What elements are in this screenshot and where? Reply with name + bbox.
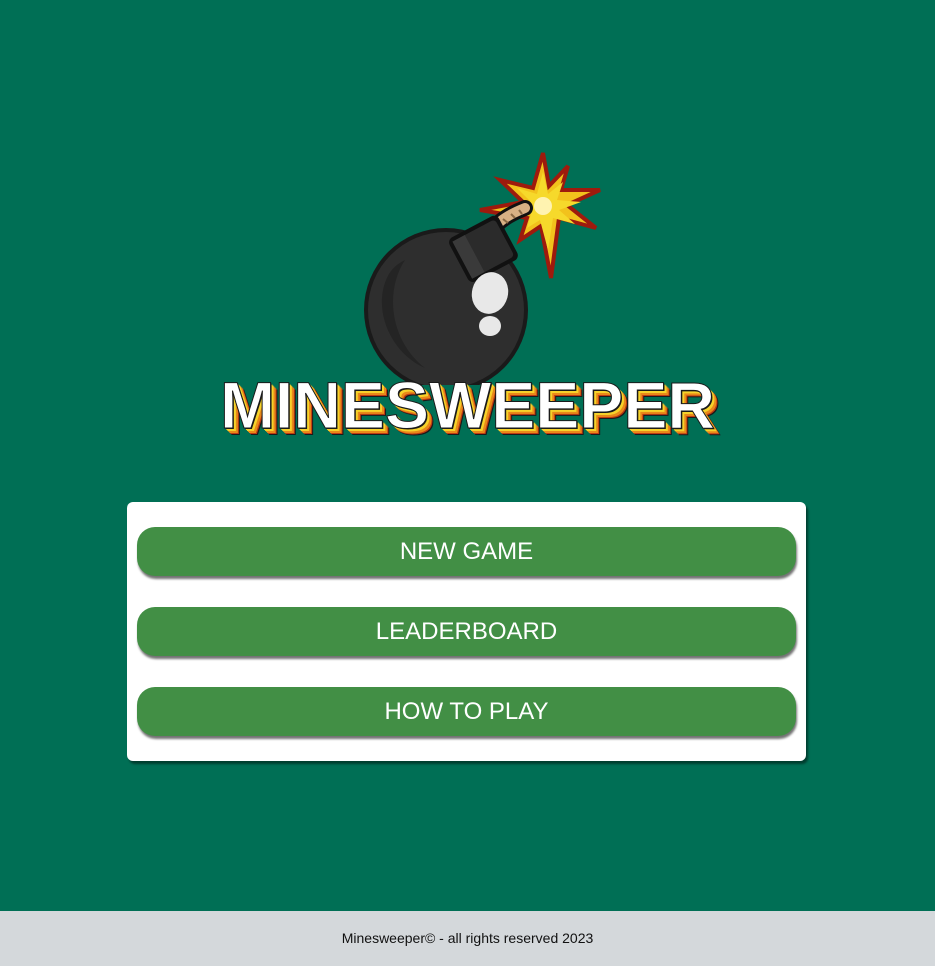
footer: Minesweeper© - all rights reserved 2023: [0, 911, 935, 966]
bomb-icon: [364, 152, 601, 385]
main-area: MINESWEEPER NEW GAME LEADERBOARD HOW TO …: [0, 0, 935, 911]
footer-copyright: Minesweeper© - all rights reserved 2023: [341, 930, 594, 946]
app-title: MINESWEEPER: [219, 368, 716, 443]
new-game-button[interactable]: NEW GAME: [137, 527, 796, 576]
leaderboard-button[interactable]: LEADERBOARD: [137, 607, 796, 656]
main-menu: NEW GAME LEADERBOARD HOW TO PLAY: [127, 502, 806, 761]
how-to-play-button[interactable]: HOW TO PLAY: [137, 687, 796, 736]
